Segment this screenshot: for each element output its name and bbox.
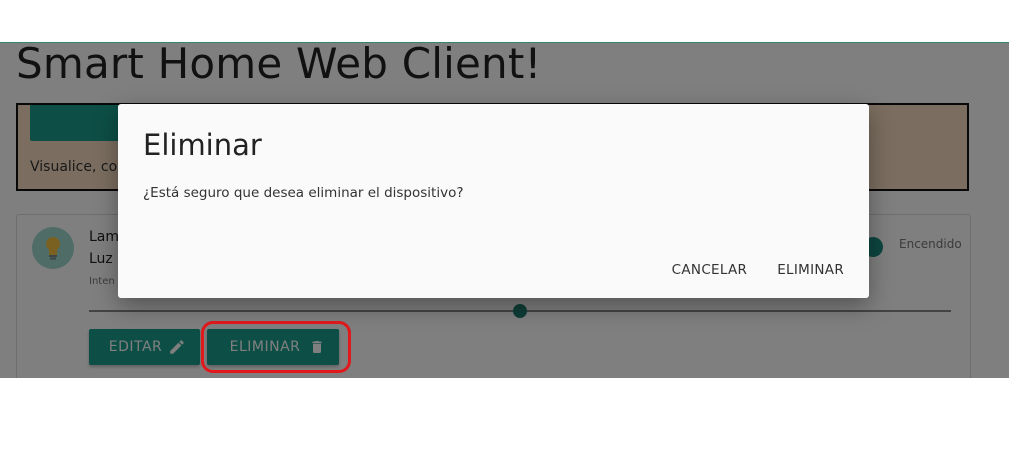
dialog-actions: CANCELAR ELIMINAR (661, 254, 855, 286)
dialog-message: ¿Está seguro que desea eliminar el dispo… (143, 185, 464, 201)
confirm-delete-button[interactable]: ELIMINAR (766, 254, 855, 286)
dialog-title: Eliminar (143, 128, 262, 162)
cancel-button[interactable]: CANCELAR (661, 254, 759, 286)
annotation-highlight (201, 321, 351, 373)
delete-dialog: Eliminar ¿Está seguro que desea eliminar… (118, 104, 869, 298)
